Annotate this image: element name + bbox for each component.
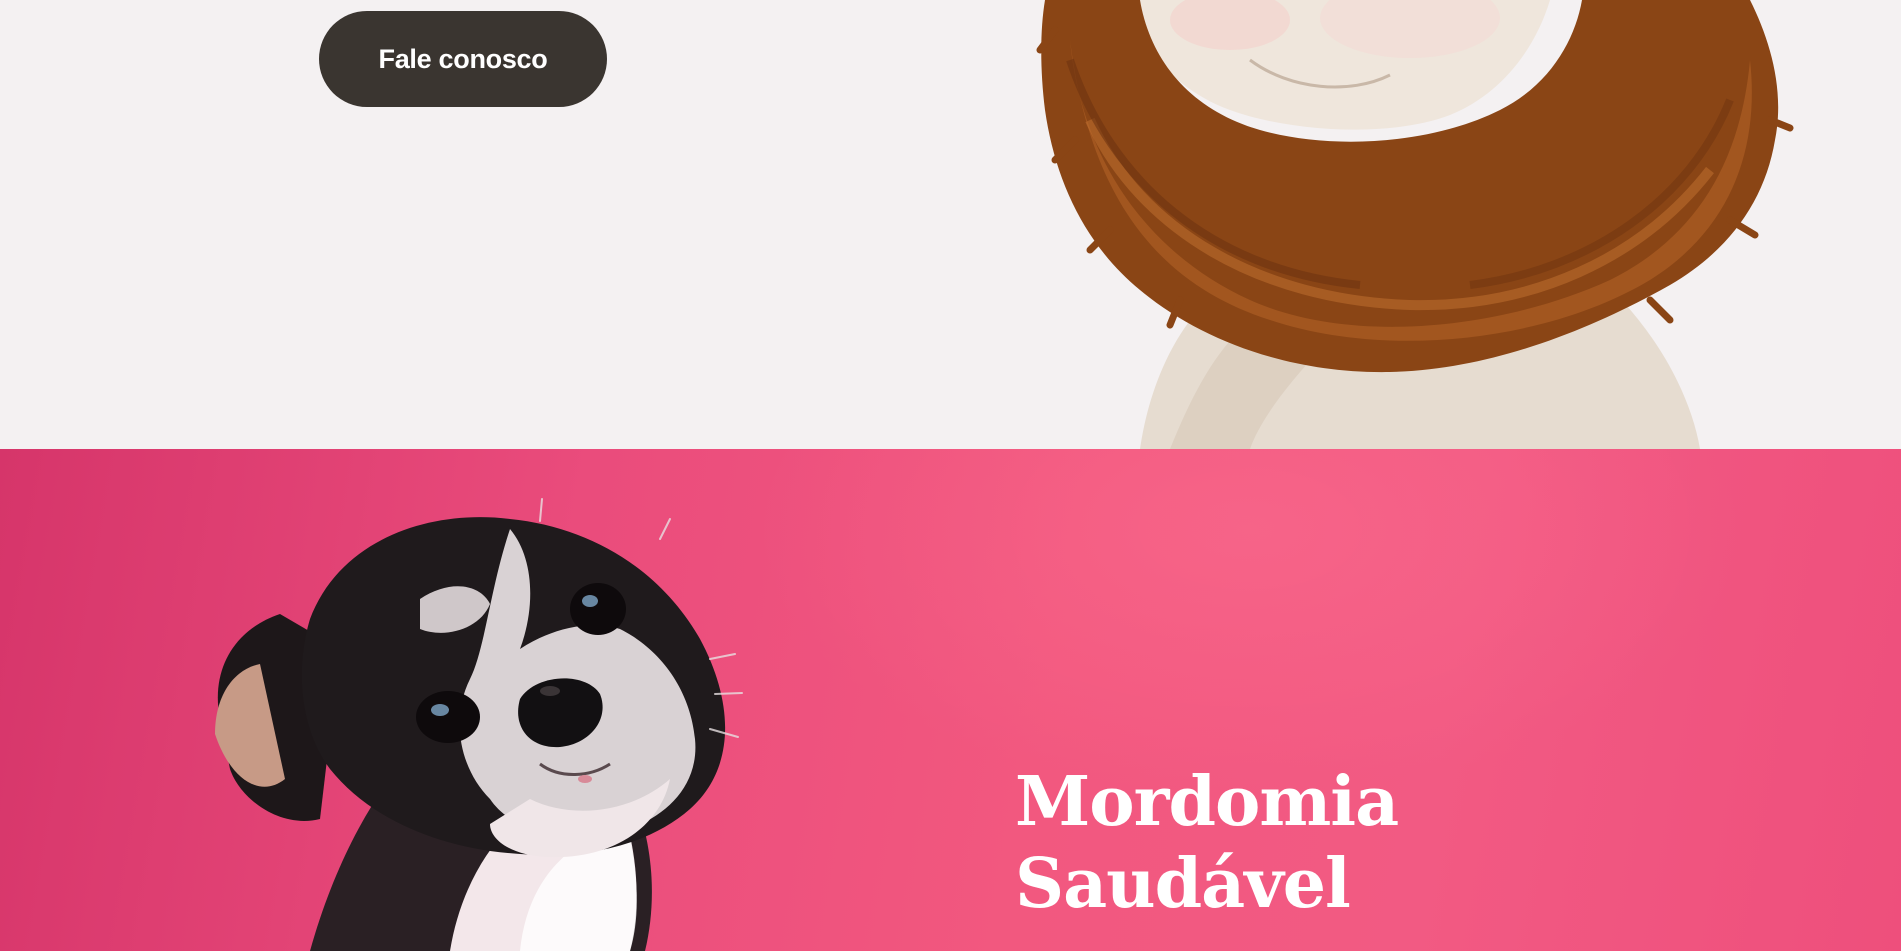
section-title: Mordomia Saudável [1015, 761, 1399, 925]
hero-section: Fale conosco [0, 0, 1901, 449]
page: Fale conosco Mordomia Saudável [0, 0, 1901, 951]
chihuahua-image [215, 498, 743, 951]
title-line-1: Mordomia [1015, 762, 1399, 842]
contact-us-button[interactable]: Fale conosco [319, 11, 607, 107]
service-section: Mordomia Saudável [0, 449, 1901, 951]
title-line-2: Saudável [1015, 844, 1351, 924]
dog-with-scarf-image [1036, 0, 1794, 449]
